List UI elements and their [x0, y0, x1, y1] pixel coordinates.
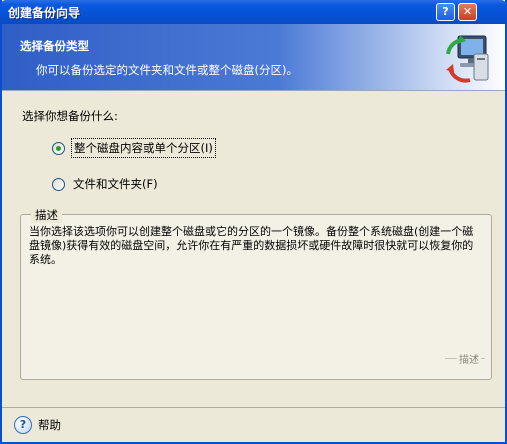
backup-computer-icon	[446, 35, 489, 83]
title-bar[interactable]: 创建备份向导 ? ✕	[0, 0, 507, 24]
description-text: 当你选择该选项你可以创建整个磁盘或它的分区的一个镜像。备份整个系统磁盘(创建一个…	[29, 225, 474, 266]
wizard-content: 选择你想备份什么: 整个磁盘内容或单个分区(I) 文件和文件夹(F) 描述 当你…	[2, 91, 505, 407]
description-box: 描述 当你选择该选项你可以创建整个磁盘或它的分区的一个镜像。备份整个系统磁盘(创…	[20, 207, 492, 380]
window-title: 创建备份向导	[8, 6, 81, 20]
title-close-button[interactable]: ✕	[458, 3, 477, 21]
page-subheading: 你可以备份选定的文件夹和文件或整个磁盘(分区)。	[36, 63, 298, 77]
wizard-window: 创建备份向导 ? ✕ 选择备份类型 你可以备份选定的文件夹和文件或整个磁盘(分区…	[0, 0, 507, 444]
option-entire-disk[interactable]: 整个磁盘内容或单个分区(I)	[52, 138, 216, 158]
description-footer-label: 描述	[457, 351, 481, 366]
page-heading: 选择备份类型	[20, 39, 89, 53]
radio-files-folders[interactable]	[52, 177, 65, 191]
option-files-folders-label[interactable]: 文件和文件夹(F)	[71, 175, 160, 193]
option-files-folders[interactable]: 文件和文件夹(F)	[52, 175, 160, 193]
radio-entire-disk[interactable]	[52, 141, 65, 155]
option-entire-disk-label[interactable]: 整个磁盘内容或单个分区(I)	[71, 138, 216, 158]
wizard-footer: ? 帮助	[2, 408, 505, 442]
wizard-header: 选择备份类型 你可以备份选定的文件夹和文件或整个磁盘(分区)。	[2, 24, 505, 90]
title-help-button[interactable]: ?	[436, 3, 455, 21]
description-footer: 描述	[445, 351, 485, 373]
help-label[interactable]: 帮助	[38, 417, 61, 433]
description-title: 描述	[31, 207, 62, 223]
help-icon[interactable]: ?	[14, 416, 32, 434]
backup-question: 选择你想备份什么:	[22, 109, 118, 123]
help-button[interactable]: ? 帮助	[14, 416, 61, 434]
